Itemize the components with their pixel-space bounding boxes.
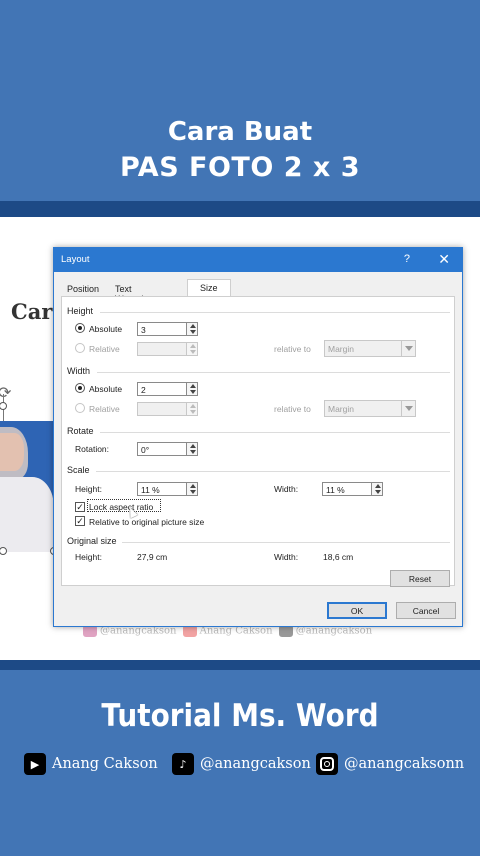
- instagram-link[interactable]: @anangcaksonn: [316, 753, 464, 775]
- height-divider: [100, 312, 450, 313]
- width-relative-input[interactable]: [137, 402, 187, 416]
- dialog-titlebar[interactable]: Layout ? ✕: [54, 248, 462, 272]
- rotate-handle-icon[interactable]: ⟳: [0, 383, 11, 403]
- height-absolute-input[interactable]: 3: [137, 322, 187, 336]
- scale-height-input[interactable]: 11 %: [137, 482, 187, 496]
- scale-width-input[interactable]: 11 %: [322, 482, 372, 496]
- width-relative-spinner[interactable]: [186, 402, 198, 416]
- scale-height-label: Height:: [75, 484, 102, 494]
- height-relative-to-value: Margin: [328, 344, 354, 354]
- rotate-divider: [100, 432, 450, 433]
- original-width-value: 18,6 cm: [323, 552, 354, 562]
- width-absolute-label: Absolute: [89, 384, 123, 394]
- video-title: Cara Buat PAS FOTO 2 x 3: [0, 114, 480, 186]
- tiktok-icon: ♪: [172, 753, 194, 775]
- watermark-tiktok: @anangcakson: [295, 625, 373, 637]
- chevron-down-icon: [401, 401, 415, 416]
- original-size-divider: [122, 542, 450, 543]
- original-width-label: Width:: [274, 552, 299, 562]
- height-relative-spinner[interactable]: [186, 342, 198, 356]
- relative-original-checkbox[interactable]: ✓: [75, 516, 85, 526]
- ok-button[interactable]: OK: [327, 602, 387, 619]
- original-height-value: 27,9 cm: [137, 552, 168, 562]
- dialog-title: Layout: [61, 254, 90, 265]
- cancel-button[interactable]: Cancel: [396, 602, 456, 619]
- resize-handle-bottom[interactable]: [0, 547, 7, 555]
- youtube-icon: ▶: [24, 753, 46, 775]
- watermark-instagram: @anangcakson: [100, 625, 177, 637]
- instagram-icon: [316, 753, 338, 775]
- top-band: [0, 201, 480, 217]
- bottom-band: [0, 660, 480, 670]
- resize-handle-top[interactable]: [0, 402, 7, 410]
- tab-position[interactable]: Position: [67, 284, 99, 294]
- layout-dialog: Layout ? ✕ Position Text Wrapping Size H…: [53, 247, 463, 627]
- scale-height-spinner[interactable]: [186, 482, 198, 496]
- watermark-youtube: Anang Cakson: [199, 625, 273, 637]
- width-absolute-spinner[interactable]: [186, 382, 198, 396]
- passport-photo[interactable]: [0, 421, 54, 552]
- width-absolute-input[interactable]: 2: [137, 382, 187, 396]
- chevron-down-icon: [401, 341, 415, 356]
- height-absolute-spinner[interactable]: [186, 322, 198, 336]
- height-relative-radio[interactable]: [75, 343, 85, 353]
- height-relative-input[interactable]: [137, 342, 187, 356]
- width-relative-to-select[interactable]: Margin: [324, 400, 416, 417]
- photo-shirt: [0, 477, 54, 552]
- reset-button[interactable]: Reset: [390, 570, 450, 587]
- width-relative-to-value: Margin: [328, 404, 354, 414]
- tutorial-subtitle: Tutorial Ms. Word: [101, 698, 379, 734]
- instagram-handle: @anangcaksonn: [344, 756, 465, 772]
- width-relative-radio[interactable]: [75, 403, 85, 413]
- width-divider: [97, 372, 450, 373]
- lock-aspect-checkbox[interactable]: ✓: [75, 502, 85, 512]
- width-section-label: Width: [67, 366, 91, 376]
- title-line-1: Cara Buat: [167, 117, 313, 147]
- youtube-link[interactable]: ▶ Anang Cakson: [24, 753, 158, 775]
- relative-original-label[interactable]: Relative to original picture size: [89, 517, 204, 527]
- rotate-section-label: Rotate: [67, 426, 94, 436]
- scale-width-label: Width:: [274, 484, 299, 494]
- width-relative-to-label: relative to: [274, 404, 311, 414]
- title-line-2: PAS FOTO 2 x 3: [119, 152, 360, 183]
- youtube-handle: Anang Cakson: [52, 756, 158, 772]
- tiktok-link[interactable]: ♪ @anangcakson: [172, 753, 311, 775]
- lock-aspect-label[interactable]: Lock aspect ratio: [89, 502, 153, 512]
- height-relative-label: Relative: [89, 344, 120, 354]
- original-height-label: Height:: [75, 552, 102, 562]
- photo-face: [0, 433, 24, 471]
- scale-section-label: Scale: [67, 465, 90, 475]
- size-panel: Height Absolute 3 Relative relative to M…: [61, 296, 455, 587]
- height-absolute-label: Absolute: [89, 324, 123, 334]
- help-button[interactable]: ?: [404, 253, 410, 265]
- width-relative-label: Relative: [89, 404, 120, 414]
- height-section-label: Height: [67, 306, 94, 316]
- scale-divider: [96, 471, 450, 472]
- height-relative-to-select[interactable]: Margin: [324, 340, 416, 357]
- tab-size[interactable]: Size: [187, 279, 231, 297]
- original-size-section-label: Original size: [67, 536, 117, 546]
- social-links: ▶ Anang Cakson ♪ @anangcakson @anangcaks…: [24, 753, 474, 779]
- height-relative-to-label: relative to: [274, 344, 311, 354]
- tiktok-handle: @anangcakson: [200, 756, 311, 772]
- scale-width-spinner[interactable]: [371, 482, 383, 496]
- rotation-input[interactable]: 0°: [137, 442, 187, 456]
- close-icon[interactable]: ✕: [438, 251, 450, 268]
- height-absolute-radio[interactable]: [75, 323, 85, 333]
- width-absolute-radio[interactable]: [75, 383, 85, 393]
- rotation-spinner[interactable]: [186, 442, 198, 456]
- rotation-label: Rotation:: [75, 444, 110, 454]
